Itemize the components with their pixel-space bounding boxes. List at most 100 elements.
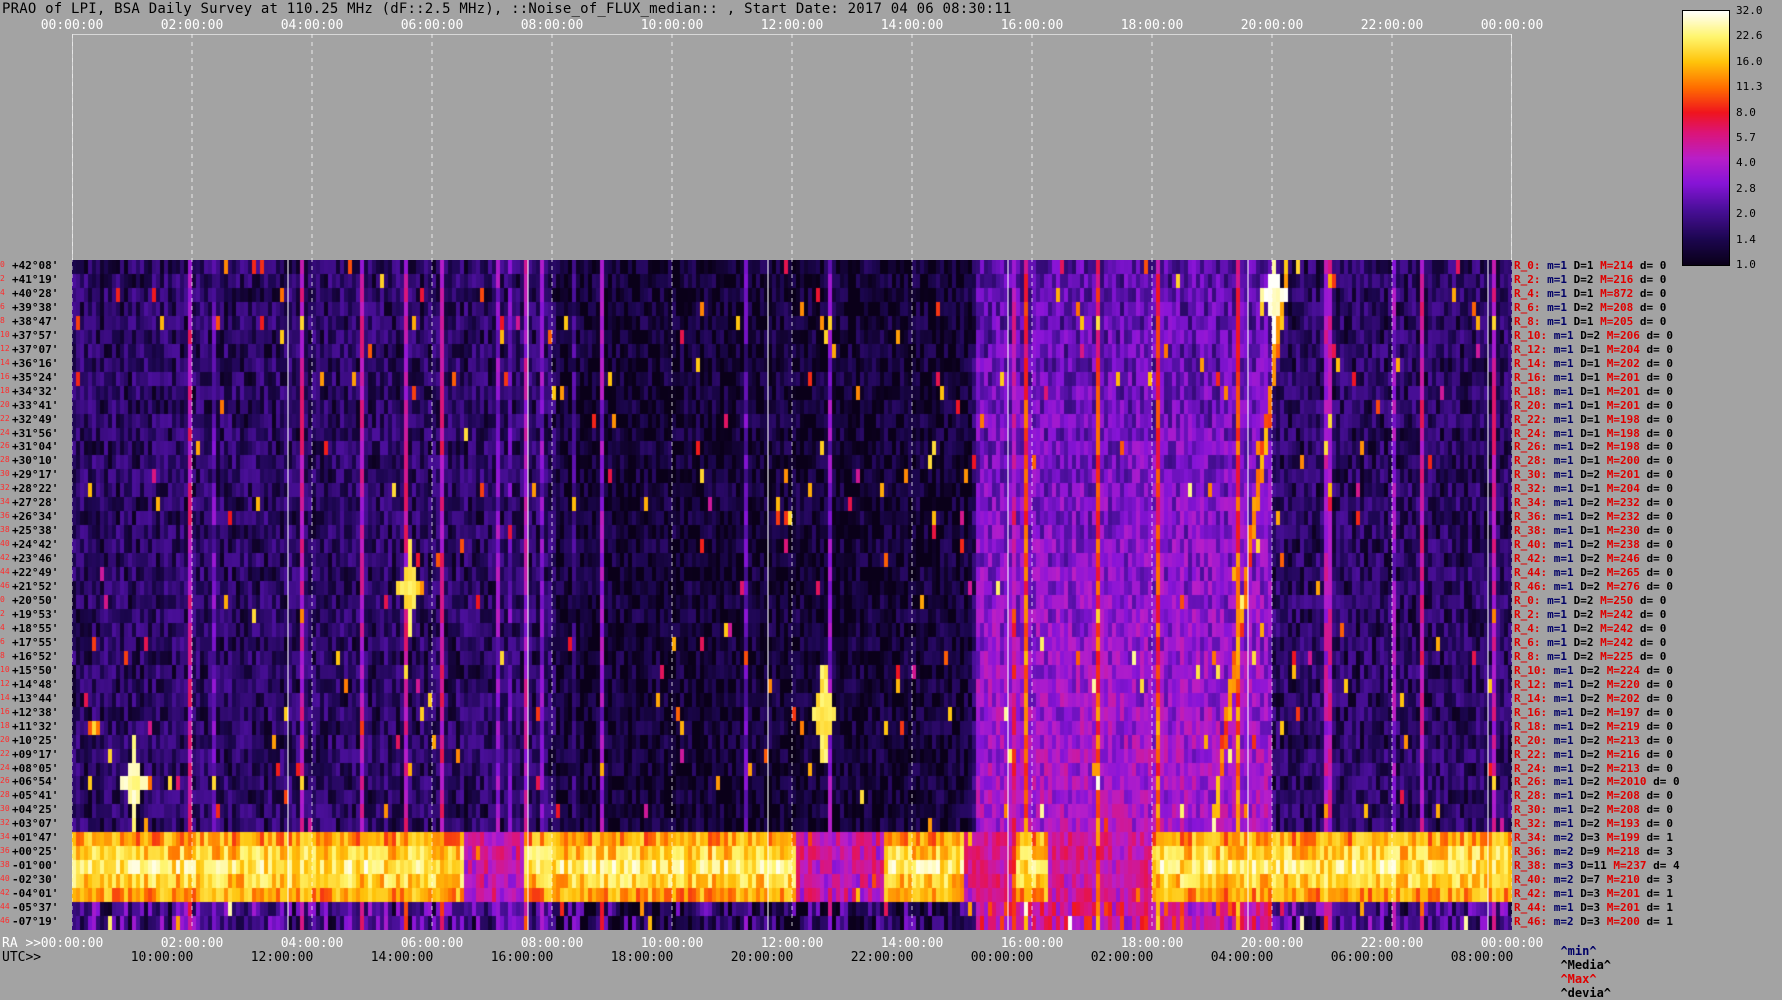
stat-M: M=208 <box>1600 300 1640 314</box>
stat-row: R_44: m=1 D=3 M=201 d= 1 <box>1514 902 1680 914</box>
stat-r: R_6: <box>1514 300 1548 314</box>
colorbar <box>1682 10 1730 266</box>
stat-r: R_38: <box>1514 859 1554 873</box>
row-index: 42 <box>0 553 10 563</box>
stat-M: M=206 <box>1606 328 1647 342</box>
row-index: 24 <box>0 427 10 437</box>
stat-dev: d= 0 <box>1639 621 1673 635</box>
stat-r: R_20: <box>1514 733 1554 747</box>
top-time-tick: 16:00:00 <box>1000 18 1064 33</box>
stat-row: R_10: m=1 D=2 M=224 d= 0 <box>1514 663 1680 677</box>
ra-tick: 08:00:00 <box>520 936 584 951</box>
ra-axis-prefix: RA >> <box>2 936 42 951</box>
stat-d: D=1 <box>1580 370 1607 384</box>
stat-d: D=3 <box>1580 831 1607 845</box>
legend-max: ^Max^ <box>1560 972 1597 986</box>
stat-M: M=242 <box>1600 635 1640 649</box>
ra-tick: 02:00:00 <box>160 936 224 951</box>
stat-M: M=242 <box>1600 607 1640 621</box>
top-time-tick: 12:00:00 <box>760 18 824 33</box>
row-index: 12 <box>0 678 10 688</box>
stat-row: R_18: m=1 D=1 M=201 d= 0 <box>1514 384 1680 398</box>
utc-axis-prefix: UTC>> <box>2 950 42 965</box>
stat-dev: d= 0 <box>1646 580 1680 594</box>
ra-tick: 04:00:00 <box>280 936 344 951</box>
utc-tick: 04:00:00 <box>1210 950 1274 965</box>
stat-m: m=1 <box>1553 705 1581 719</box>
declination-label: +26°34' <box>12 510 59 524</box>
stat-r: R_30: <box>1514 468 1554 482</box>
stat-M: M=224 <box>1606 663 1647 677</box>
stat-d: D=9 <box>1580 845 1607 859</box>
stat-dev: d= 0 <box>1646 454 1680 468</box>
stat-row: R_46: m=2 D=3 M=200 d= 1 <box>1514 916 1680 928</box>
stat-row: R_28: m=1 D=1 M=200 d= 0 <box>1514 455 1680 467</box>
stat-d: D=1 <box>1580 384 1607 398</box>
stat-d: D=1 <box>1580 356 1607 370</box>
stat-row: R_36: m=2 D=9 M=218 d= 3 <box>1514 846 1680 858</box>
utc-tick: 10:00:00 <box>130 950 194 965</box>
stat-d: D=2 <box>1580 719 1607 733</box>
declination-label: +39°38' <box>12 300 59 314</box>
stat-dev: d= 0 <box>1646 398 1680 412</box>
row-index: 26 <box>0 776 10 786</box>
legend-min: ^min^ <box>1560 944 1597 958</box>
declination-label: +12°38' <box>12 705 59 719</box>
stat-r: R_8: <box>1514 649 1548 663</box>
ra-tick: 22:00:00 <box>1360 936 1424 951</box>
row-index: 32 <box>0 818 10 828</box>
row-index: 22 <box>0 413 10 423</box>
top-time-tick: 14:00:00 <box>880 18 944 33</box>
stat-r: R_8: <box>1514 314 1548 328</box>
top-time-tick: 04:00:00 <box>280 18 344 33</box>
stat-m: m=1 <box>1547 286 1574 300</box>
top-time-tick: 00:00:00 <box>40 18 104 33</box>
row-index: 2 <box>0 608 5 618</box>
stat-M: M=214 <box>1600 259 1640 272</box>
stat-r: R_44: <box>1514 901 1554 915</box>
declination-label: +03°07' <box>12 817 59 831</box>
stat-m: m=1 <box>1553 328 1581 342</box>
stat-r: R_10: <box>1514 663 1554 677</box>
utc-tick: 12:00:00 <box>250 950 314 965</box>
stat-d: D=1 <box>1580 342 1607 356</box>
stat-row: R_14: m=1 D=2 M=202 d= 0 <box>1514 692 1680 705</box>
colorbar-label: 1.4 <box>1736 232 1756 246</box>
stat-row: R_44: m=1 D=2 M=265 d= 0 <box>1514 567 1680 579</box>
row-index: 38 <box>0 860 10 870</box>
stat-m: m=2 <box>1553 831 1581 845</box>
stat-M: M=216 <box>1600 272 1640 286</box>
declination-label: +28°22' <box>12 482 59 496</box>
stat-d: D=3 <box>1580 901 1607 915</box>
stat-M: M=2010 <box>1606 775 1654 789</box>
stat-row: R_14: m=1 D=1 M=202 d= 0 <box>1514 356 1680 370</box>
stat-row: R_0: m=1 D=2 M=250 d= 0 <box>1514 595 1673 607</box>
stat-dev: d= 0 <box>1639 594 1673 607</box>
row-index: 12 <box>0 343 10 353</box>
stat-r: R_14: <box>1514 356 1554 370</box>
stat-M: M=237 <box>1613 859 1654 873</box>
stat-r: R_18: <box>1514 719 1554 733</box>
stat-m: m=1 <box>1547 635 1574 649</box>
row-index: 44 <box>0 567 10 577</box>
stat-dev: d= 0 <box>1646 412 1680 426</box>
row-index: 34 <box>0 497 10 507</box>
stat-dev: d= 0 <box>1646 733 1680 747</box>
ra-tick: 00:00:00 <box>1480 936 1544 951</box>
stat-row: R_16: m=1 D=2 M=197 d= 0 <box>1514 705 1680 719</box>
stat-m: m=1 <box>1547 607 1574 621</box>
declination-label: +33°41' <box>12 398 59 412</box>
stat-M: M=232 <box>1606 496 1647 510</box>
stat-r: R_38: <box>1514 524 1554 538</box>
stat-dev: d= 0 <box>1646 496 1680 510</box>
row-index: 4 <box>0 622 5 632</box>
stat-row: R_24: m=1 D=1 M=198 d= 0 <box>1514 427 1680 440</box>
row-index: 28 <box>0 790 10 800</box>
row-index: 36 <box>0 511 10 521</box>
stat-d: D=2 <box>1580 761 1607 775</box>
stat-row: R_36: m=1 D=2 M=232 d= 0 <box>1514 511 1680 523</box>
colorbar-label: 11.3 <box>1736 80 1763 94</box>
stat-r: R_16: <box>1514 705 1554 719</box>
stat-M: M=276 <box>1606 580 1647 594</box>
declination-label: +34°32' <box>12 384 59 398</box>
